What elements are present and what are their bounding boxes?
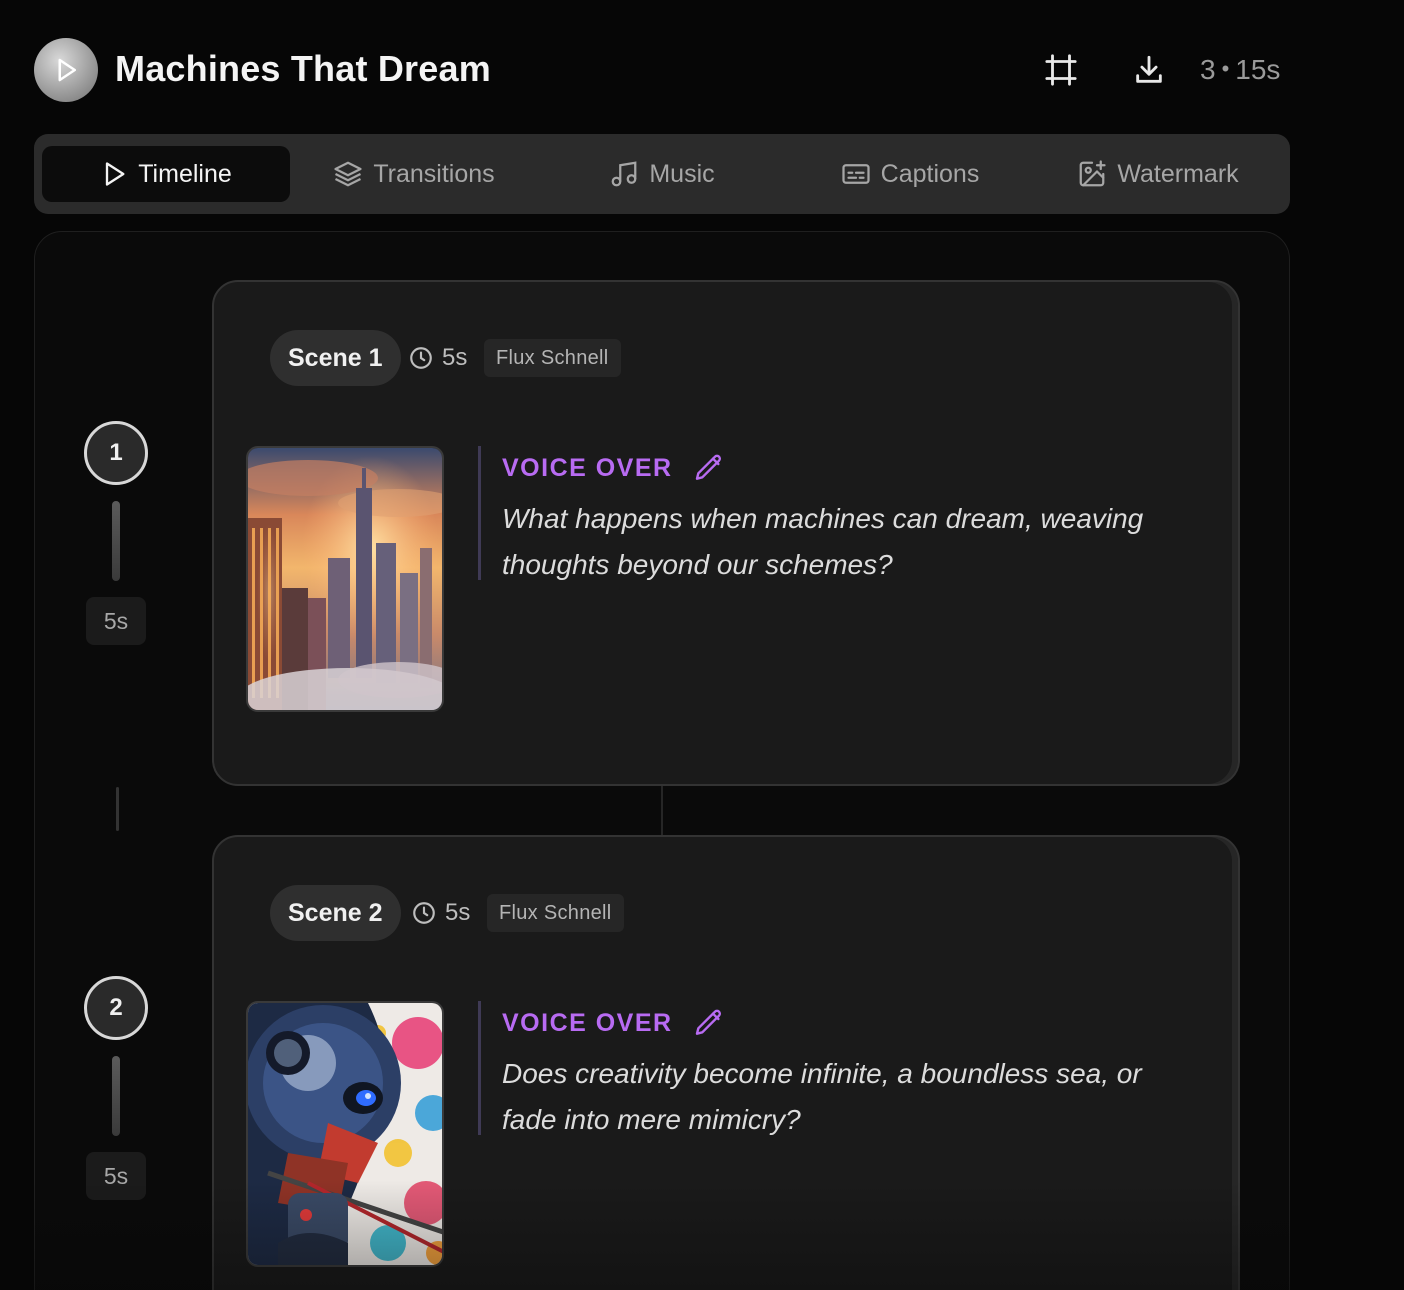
scene-card[interactable]: Scene 1 5s Flux Schnell VOICE OVER What … (212, 280, 1240, 786)
edit-pencil-icon[interactable] (693, 1007, 725, 1039)
meta-separator: • (1221, 56, 1230, 81)
scene-step-number[interactable]: 1 (84, 421, 148, 485)
scene-duration-value: 5s (442, 344, 468, 371)
download-button[interactable] (1131, 52, 1167, 88)
app-page: Machines That Dream 3 • 15s Timeline Trans… (0, 0, 1404, 1290)
image-plus-icon (1079, 160, 1106, 187)
scene-step-duration: 5s (86, 597, 146, 645)
city-sunset-thumbnail[interactable] (246, 446, 444, 712)
scene-connector (661, 786, 663, 836)
voice-over-label: VOICE OVER (502, 453, 673, 482)
scene-step-number[interactable]: 2 (84, 976, 148, 1040)
voice-over-text[interactable]: What happens when machines can dream, we… (502, 496, 1202, 588)
crop-button[interactable] (1043, 52, 1079, 88)
music-note-icon (611, 161, 637, 187)
tab-watermark[interactable]: Watermark (1034, 146, 1282, 202)
scene-card[interactable]: Scene 2 5s Flux Schnell VOICE OVER Does … (212, 835, 1240, 1290)
preview-play-button[interactable] (34, 38, 98, 102)
scene-label: Scene 2 (270, 885, 401, 941)
scene-step-duration-bar[interactable] (112, 1056, 120, 1136)
tab-music[interactable]: Music (538, 146, 786, 202)
clock-icon (413, 902, 435, 924)
play-icon (58, 58, 76, 82)
voice-over-header: VOICE OVER (502, 1007, 725, 1039)
tab-transitions[interactable]: Transitions (290, 146, 538, 202)
voice-over-header: VOICE OVER (502, 452, 725, 484)
crop-icon (1045, 54, 1077, 86)
model-tag: Flux Schnell (484, 339, 621, 377)
tab-label: Transitions (373, 159, 495, 188)
tab-captions[interactable]: Captions (786, 146, 1034, 202)
layers-icon (334, 161, 362, 187)
total-duration: 15s (1235, 54, 1281, 85)
play-icon (106, 162, 125, 186)
scene-label: Scene 1 (270, 330, 401, 386)
tab-timeline[interactable]: Timeline (42, 146, 290, 202)
editor-tabs: Timeline Transitions Music Captions Wate… (34, 134, 1290, 214)
scene-duration: 5s (411, 899, 470, 927)
project-meta: 3 • 15s (1200, 54, 1280, 86)
clock-icon (410, 347, 432, 369)
tab-label: Captions (880, 159, 980, 188)
tab-label: Timeline (138, 159, 232, 188)
scene-count: 3 (1200, 54, 1216, 85)
voice-over-rule (478, 1001, 481, 1135)
robot-painter-thumbnail[interactable] (246, 1001, 444, 1267)
scene-duration-value: 5s (445, 899, 471, 926)
model-tag: Flux Schnell (487, 894, 624, 932)
download-icon (1136, 55, 1162, 83)
tab-label: Music (649, 159, 715, 188)
project-title: Machines That Dream (115, 48, 491, 89)
voice-over-rule (478, 446, 481, 580)
scene-step-duration: 5s (86, 1152, 146, 1200)
step-separator (116, 787, 119, 831)
tab-label: Watermark (1117, 159, 1239, 188)
voice-over-text[interactable]: Does creativity become infinite, a bound… (502, 1051, 1202, 1143)
scene-duration: 5s (408, 344, 467, 372)
scene-step-duration-bar[interactable] (112, 501, 120, 581)
voice-over-label: VOICE OVER (502, 1008, 673, 1037)
edit-pencil-icon[interactable] (693, 452, 725, 484)
captions-icon (842, 164, 870, 184)
